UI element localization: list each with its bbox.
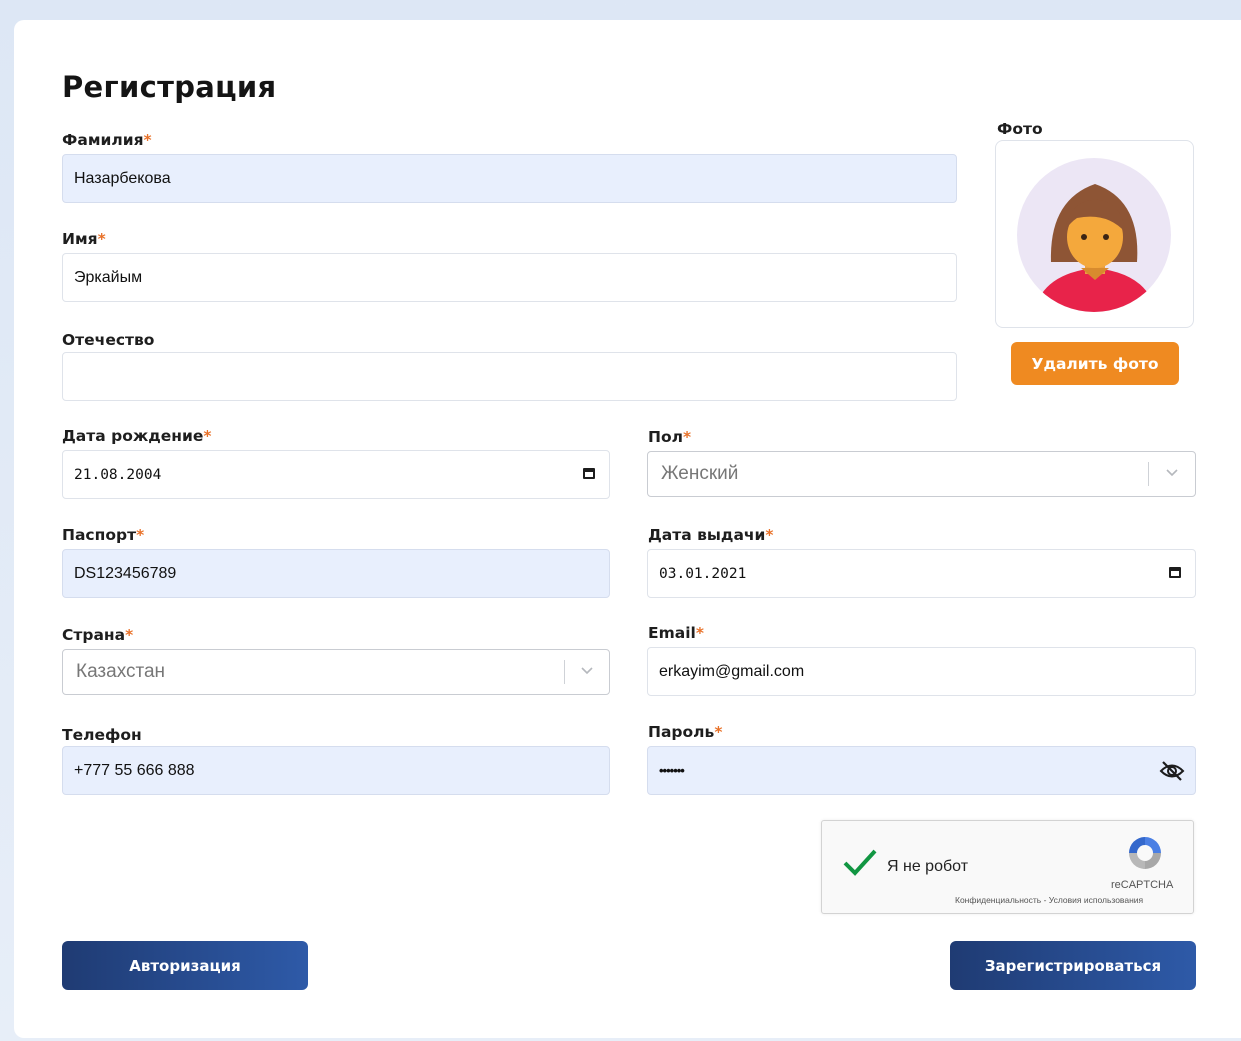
chevron-down-icon[interactable] (1164, 466, 1180, 480)
calendar-icon[interactable] (583, 468, 595, 479)
password-input[interactable]: ••••••• (647, 746, 1196, 795)
last-name-label: Фамилия* (62, 131, 152, 149)
eye-off-icon[interactable] (1159, 759, 1185, 783)
recaptcha-links[interactable]: Конфиденциальность - Условия использован… (955, 895, 1143, 905)
register-button[interactable]: Зарегистрироваться (950, 941, 1196, 990)
email-value: erkayim@gmail.com (659, 662, 805, 680)
photo-label: Фото (997, 120, 1043, 138)
birth-date-label: Дата рождение* (62, 427, 212, 445)
chevron-down-icon[interactable] (579, 664, 595, 678)
issue-date-value: 03.01.2021 (659, 565, 747, 582)
select-separator (1148, 462, 1149, 486)
photo-preview (995, 140, 1194, 328)
login-button[interactable]: Авторизация (62, 941, 308, 990)
email-input[interactable]: erkayim@gmail.com (647, 647, 1196, 696)
email-label: Email* (648, 624, 704, 642)
phone-input[interactable]: +777 55 666 888 (62, 746, 610, 795)
select-separator (564, 660, 565, 684)
delete-photo-button[interactable]: Удалить фото (1011, 342, 1179, 385)
password-value: ••••••• (659, 763, 685, 778)
passport-value: DS123456789 (74, 564, 177, 582)
gender-select[interactable]: Женский (647, 451, 1196, 497)
first-name-input[interactable]: Эркайым (62, 253, 957, 302)
issue-date-input[interactable]: 03.01.2021 (647, 549, 1196, 598)
first-name-label: Имя* (62, 230, 106, 248)
last-name-value: Назарбекова (74, 169, 171, 187)
patronymic-label: Отечество (62, 331, 155, 349)
phone-label: Телефон (62, 726, 142, 744)
passport-input[interactable]: DS123456789 (62, 549, 610, 598)
recaptcha-brand: reCAPTCHA (1111, 879, 1174, 891)
country-label: Страна* (62, 626, 134, 644)
birth-date-input[interactable]: 21.08.2004 (62, 450, 610, 499)
first-name-value: Эркайым (74, 268, 143, 286)
birth-date-value: 21.08.2004 (74, 466, 162, 483)
last-name-input[interactable]: Назарбекова (62, 154, 957, 203)
phone-value: +777 55 666 888 (74, 761, 195, 779)
checkmark-icon[interactable] (842, 848, 878, 878)
page-title: Регистрация (62, 70, 277, 104)
recaptcha-widget: Я не робот reCAPTCHA Конфиденциальность … (821, 820, 1194, 914)
gender-value: Женский (661, 463, 739, 484)
country-value: Казахстан (76, 661, 166, 682)
patronymic-input[interactable] (62, 352, 957, 401)
passport-label: Паспорт* (62, 526, 145, 544)
calendar-icon[interactable] (1169, 567, 1181, 578)
recaptcha-logo-icon (1129, 837, 1161, 869)
recaptcha-label: Я не робот (887, 858, 969, 875)
female-avatar-icon (1017, 158, 1171, 312)
password-label: Пароль* (648, 723, 723, 741)
gender-label: Пол* (648, 428, 692, 446)
issue-date-label: Дата выдачи* (648, 526, 774, 544)
country-select[interactable]: Казахстан (62, 649, 610, 695)
